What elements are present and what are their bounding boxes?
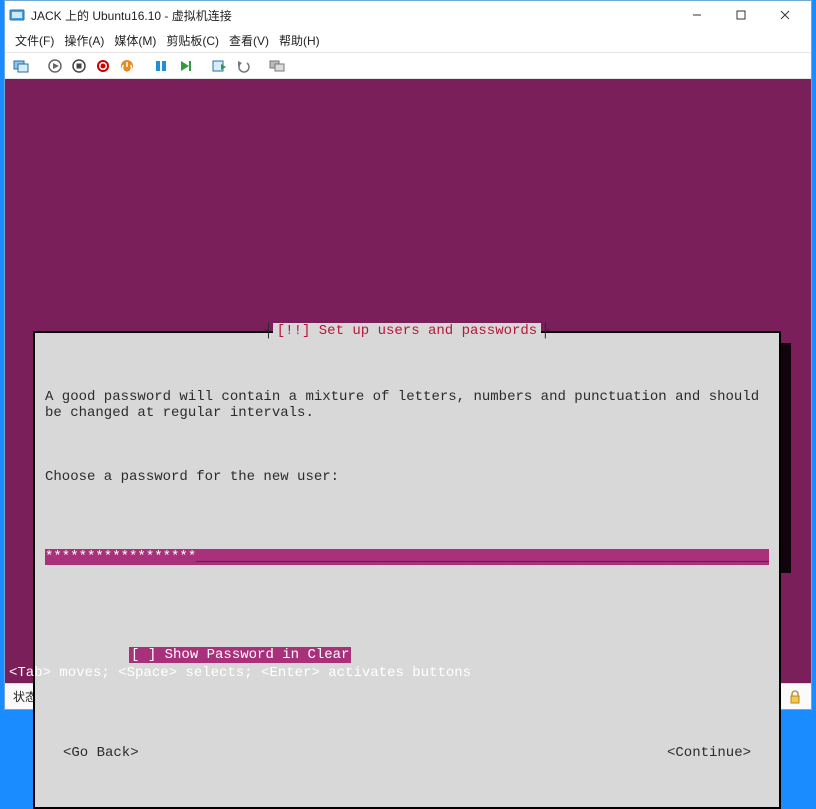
installer-dialog: ┤ [!!] Set up users and passwords ├ A go… bbox=[33, 331, 781, 809]
close-button[interactable] bbox=[763, 1, 807, 29]
ctrl-alt-del-icon[interactable] bbox=[11, 56, 31, 76]
enhanced-session-icon[interactable] bbox=[267, 56, 287, 76]
go-back-button[interactable]: <Go Back> bbox=[63, 745, 139, 761]
shutdown-icon[interactable] bbox=[93, 56, 113, 76]
window-title: JACK 上的 Ubuntu16.10 - 虚拟机连接 bbox=[31, 7, 232, 24]
revert-icon[interactable] bbox=[233, 56, 253, 76]
minimize-button[interactable] bbox=[675, 1, 719, 29]
reset-icon[interactable] bbox=[175, 56, 195, 76]
maximize-button[interactable] bbox=[719, 1, 763, 29]
menu-file[interactable]: 文件(F) bbox=[15, 32, 54, 49]
pause-icon[interactable] bbox=[151, 56, 171, 76]
password-mask: ****************** bbox=[45, 549, 196, 565]
continue-button[interactable]: <Continue> bbox=[667, 745, 751, 761]
password-field-rest bbox=[196, 549, 769, 565]
menu-action[interactable]: 操作(A) bbox=[64, 32, 104, 49]
menubar: 文件(F) 操作(A) 媒体(M) 剪贴板(C) 查看(V) 帮助(H) bbox=[5, 29, 811, 53]
start-icon[interactable] bbox=[45, 56, 65, 76]
keyboard-hint: <Tab> moves; <Space> selects; <Enter> ac… bbox=[9, 665, 471, 681]
vm-window: JACK 上的 Ubuntu16.10 - 虚拟机连接 文件(F) 操作(A) … bbox=[4, 0, 812, 710]
menu-view[interactable]: 查看(V) bbox=[229, 32, 269, 49]
menu-media[interactable]: 媒体(M) bbox=[114, 32, 156, 49]
password-input[interactable]: ****************** bbox=[45, 549, 769, 565]
show-password-checkbox[interactable]: [ ] Show Password in Clear bbox=[129, 647, 351, 663]
save-icon[interactable] bbox=[117, 56, 137, 76]
menu-clipboard[interactable]: 剪贴板(C) bbox=[166, 32, 219, 49]
dialog-prompt: Choose a password for the new user: bbox=[45, 469, 769, 485]
titlebar: JACK 上的 Ubuntu16.10 - 虚拟机连接 bbox=[5, 1, 811, 29]
dialog-title: [!!] Set up users and passwords bbox=[273, 323, 541, 339]
toolbar bbox=[5, 53, 811, 79]
dialog-paragraph: A good password will contain a mixture o… bbox=[45, 389, 769, 421]
guest-screen[interactable]: ┤ [!!] Set up users and passwords ├ A go… bbox=[5, 79, 811, 683]
lock-icon bbox=[787, 689, 803, 705]
checkpoint-icon[interactable] bbox=[209, 56, 229, 76]
turnoff-icon[interactable] bbox=[69, 56, 89, 76]
menu-help[interactable]: 帮助(H) bbox=[279, 32, 320, 49]
app-icon bbox=[9, 7, 25, 23]
